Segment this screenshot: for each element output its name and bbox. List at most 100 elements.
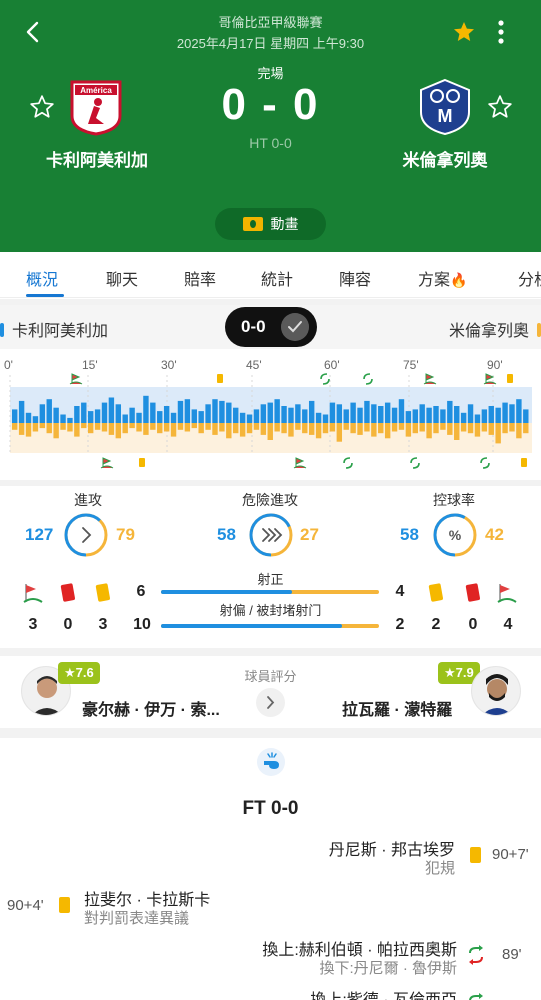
timeline-corner-icon xyxy=(483,373,497,385)
off-target-bar xyxy=(161,624,379,628)
tab-stats[interactable]: 統計 xyxy=(261,266,293,290)
favorite-star-icon[interactable] xyxy=(452,20,476,44)
away-pressure-bar xyxy=(46,423,52,434)
teams-summary-row: 卡利阿美利加 0-0 米倫拿列奧 xyxy=(0,305,541,349)
away-pressure-bar xyxy=(495,423,501,444)
away-pressure-bar xyxy=(322,423,329,434)
away-pressure-bar xyxy=(433,423,439,434)
home-pressure-bar xyxy=(447,400,453,423)
timeline-tick: 90' xyxy=(487,358,503,372)
away-pressure-bar xyxy=(357,423,363,435)
away-pressure-bar xyxy=(157,423,163,434)
tab-analysis[interactable]: 分析 xyxy=(518,266,541,290)
home-pressure-bar xyxy=(67,417,73,423)
home-pressure-bar xyxy=(246,414,253,423)
possession-home-value: 58 xyxy=(400,525,419,544)
tab-plans[interactable]: 方案🔥 xyxy=(418,266,467,290)
event-sub-in[interactable]: 換上:紫德 · 瓦倫西亞 xyxy=(310,986,457,1000)
away-pressure-bar xyxy=(454,423,460,440)
home-pressure-bar xyxy=(136,412,142,423)
home-pressure-bar xyxy=(523,409,529,423)
home-pressure-bar xyxy=(198,411,204,423)
away-pressure-bar xyxy=(467,423,474,434)
away-pressure-bar xyxy=(115,423,122,439)
away-pressure-bar xyxy=(94,423,101,430)
timeline-corner-icon xyxy=(423,373,437,385)
divider xyxy=(0,648,541,656)
away-pressure-bar xyxy=(212,423,218,435)
home-pressure-bar xyxy=(516,399,522,423)
away-pressure-bar xyxy=(12,423,18,430)
away-pressure-bar xyxy=(239,423,246,437)
away-team-logo: M xyxy=(420,78,470,136)
momentum-timeline: 0' 15' 30' 45' 60' 75' 90' xyxy=(4,358,532,469)
away-pressure-bar xyxy=(350,423,356,434)
away-pressure-bar xyxy=(87,423,94,434)
score-pill-text: 0-0 xyxy=(241,317,266,336)
home-player-name[interactable]: 豪尔赫 · 伊万 · 索... xyxy=(82,696,220,720)
home-pressure-bar xyxy=(350,402,356,423)
attack-home-value: 127 xyxy=(25,525,54,544)
away-pressure-bar xyxy=(481,423,488,432)
away-pressure-bar xyxy=(122,423,128,434)
divider xyxy=(0,728,541,738)
attack-away-value: 79 xyxy=(116,525,135,544)
dangerous-away-value: 27 xyxy=(300,525,319,544)
home-pressure-bar xyxy=(108,397,115,423)
home-pressure-bar xyxy=(308,400,315,423)
event-sub-out[interactable]: 換下:丹尼爾 · 魯伊斯 xyxy=(320,957,458,978)
on-target-bar xyxy=(161,590,379,594)
tab-chat[interactable]: 聊天 xyxy=(106,266,138,290)
away-pressure-bar xyxy=(205,423,211,430)
home-pressure-bar xyxy=(46,399,52,423)
home-pressure-bar xyxy=(322,414,329,423)
away-pressure-bar xyxy=(474,423,481,437)
svg-text:%: % xyxy=(449,527,462,543)
tab-overview[interactable]: 概況 xyxy=(26,266,58,290)
away-pressure-bar xyxy=(170,423,177,437)
away-player-avatar[interactable] xyxy=(471,666,521,716)
timeline-corner-icon xyxy=(100,457,114,469)
home-pressure-bar xyxy=(129,407,135,423)
home-pressure-bar xyxy=(81,402,87,423)
home-pressure-bar xyxy=(219,400,225,423)
tab-lineup[interactable]: 陣容 xyxy=(339,266,371,290)
away-pressure-bar xyxy=(18,423,25,435)
home-pressure-bar xyxy=(253,409,260,423)
away-team-name[interactable]: 米倫拿列奧 xyxy=(365,146,525,171)
possession-label: 控球率 xyxy=(433,492,475,508)
home-pressure-bar xyxy=(18,400,25,423)
home-pressure-bar xyxy=(39,404,46,423)
event-time: 89' xyxy=(502,946,522,963)
away-follow-star-icon[interactable] xyxy=(487,94,513,120)
yellow-card-icon xyxy=(59,897,70,913)
away-pressure-bar xyxy=(502,423,508,434)
attack-ring xyxy=(64,513,108,557)
away-pressure-bar xyxy=(74,423,80,437)
away-player-name[interactable]: 拉瓦羅 · 濛特羅 xyxy=(342,696,452,720)
home-pressure-bar xyxy=(60,414,66,423)
away-pressure-bar xyxy=(143,423,149,435)
away-pressure-bar xyxy=(516,423,522,439)
away-pressure-bar xyxy=(246,423,253,434)
bar-home-fill xyxy=(161,624,342,628)
home-pressure-bar xyxy=(302,409,308,423)
player-rating-next-button[interactable] xyxy=(256,688,285,717)
home-pressure-bar xyxy=(12,409,18,423)
animation-button[interactable]: 動畫 xyxy=(215,208,326,240)
away-pressure-bar xyxy=(398,423,405,430)
home-pressure-bar xyxy=(343,409,349,423)
away-pressure-bar xyxy=(184,423,191,432)
away-pressure-bar xyxy=(523,423,529,434)
timeline-tick: 30' xyxy=(161,358,177,372)
home-pressure-bar xyxy=(94,409,101,423)
svg-text:M: M xyxy=(438,106,453,126)
home-pressure-bar xyxy=(239,412,246,423)
home-pressure-bar xyxy=(378,406,384,423)
event-time: 90+4' xyxy=(7,897,44,914)
away-pressure-bar xyxy=(260,423,267,435)
more-options-icon[interactable] xyxy=(494,18,508,46)
away-pressure-bar xyxy=(177,423,184,430)
tab-odds[interactable]: 賠率 xyxy=(184,266,216,290)
away-pressure-bar xyxy=(412,423,418,434)
